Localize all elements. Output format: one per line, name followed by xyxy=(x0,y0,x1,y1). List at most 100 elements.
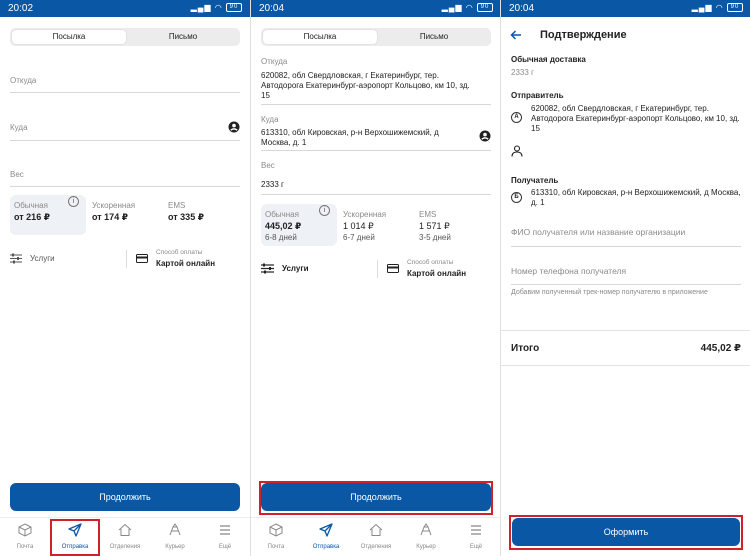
sliders-icon xyxy=(261,263,274,274)
tariff-name: Обычная xyxy=(14,201,48,210)
tariff-price: от 216 ₽ xyxy=(14,212,50,222)
recipient-name-input[interactable]: ФИО получателя или название организации xyxy=(511,222,741,247)
menu-icon xyxy=(471,525,481,535)
nav-send[interactable]: Отправка xyxy=(301,518,351,556)
tariff-name: Ускоренная xyxy=(343,210,387,219)
to-field[interactable]: Куда 613310, обл Кировская, р-н Верхошиж… xyxy=(261,112,491,151)
courier-icon xyxy=(169,523,181,536)
recipient-phone-placeholder: Номер телефона получателя xyxy=(511,266,627,276)
tariff-selector: Обычная от 216 ₽ i Ускоренная от 174 ₽ E… xyxy=(10,195,240,235)
status-bar: 20:02 ▂▄▆ ◠ 90 xyxy=(0,0,250,17)
menu-icon xyxy=(220,525,230,535)
recipient-label: Получатель xyxy=(511,176,559,185)
payment-value: Картой онлайн xyxy=(156,259,216,268)
screen-2-filled-form: 20:04 ▂▄▆ ◠ 90 Посылка Письмо Откуда 620… xyxy=(250,0,501,556)
person-icon[interactable] xyxy=(511,145,523,157)
divider xyxy=(501,365,750,366)
payment-method[interactable]: Способ оплаты Картой онлайн xyxy=(385,258,491,280)
signal-icon: ▂▄▆ ◠ xyxy=(441,3,474,12)
tab-letter[interactable]: Письмо xyxy=(128,30,238,44)
highlight-submit-button xyxy=(509,515,743,550)
highlight-continue-button xyxy=(259,481,493,515)
payment-caption: Способ оплаты xyxy=(156,249,203,256)
divider xyxy=(377,260,378,278)
phone-hint: Добавим полученный трек-номер получателю… xyxy=(511,289,708,296)
nav-label: Почта xyxy=(267,544,285,550)
total-value: 445,02 ₽ xyxy=(700,343,741,354)
tariff-ems[interactable]: EMS от 335 ₽ xyxy=(164,195,240,235)
weight-value: 2333 г xyxy=(261,180,284,189)
delivery-type: Обычная доставка xyxy=(511,55,586,64)
back-arrow-icon[interactable] xyxy=(510,29,522,41)
services-button[interactable]: Услуги xyxy=(10,248,120,270)
total-label: Итого xyxy=(511,343,540,354)
tariff-selector: Обычная 445,02 ₽ 6-8 дней i Ускоренная 1… xyxy=(261,204,491,246)
tariff-express[interactable]: Ускоренная от 174 ₽ xyxy=(88,195,162,235)
nav-label: Отделения xyxy=(360,544,392,550)
recipient-address: 613310, обл Кировская, р-н Верхошижемски… xyxy=(531,188,741,207)
nav-label: Курьер xyxy=(165,544,185,550)
from-field[interactable]: Откуда xyxy=(10,72,240,93)
nav-more[interactable]: Ещё xyxy=(451,518,501,556)
recipient-name-placeholder: ФИО получателя или название организации xyxy=(511,227,686,237)
nav-courier[interactable]: Курьер xyxy=(401,518,451,556)
weight-field[interactable]: Вес 2333 г xyxy=(261,158,491,195)
tariff-ems[interactable]: EMS 1 571 ₽ 3-5 дней xyxy=(415,204,491,246)
from-field[interactable]: Откуда 620082, обл Свердловская, г Екате… xyxy=(261,54,491,105)
tab-parcel[interactable]: Посылка xyxy=(263,30,377,44)
box-icon xyxy=(18,523,32,537)
from-label: Откуда xyxy=(10,76,37,85)
tariff-name: Ускоренная xyxy=(92,201,136,210)
contact-icon[interactable] xyxy=(228,121,240,133)
screens: 20:02 ▂▄▆ ◠ 90 Посылка Письмо Откуда Куд… xyxy=(0,0,750,556)
nav-courier[interactable]: Курьер xyxy=(150,518,200,556)
battery-icon: 90 xyxy=(727,3,743,13)
nav-label: Ещё xyxy=(469,544,483,550)
battery-icon: 90 xyxy=(226,3,242,13)
signal-icon: ▂▄▆ ◠ xyxy=(190,3,223,12)
tab-letter[interactable]: Письмо xyxy=(379,30,489,44)
sliders-icon xyxy=(10,253,22,264)
tariff-price: от 174 ₽ xyxy=(92,212,128,222)
tariff-name: Обычная xyxy=(265,210,299,219)
status-bar: 20:04 ▂▄▆ ◠ 90 xyxy=(501,0,750,17)
weight-field[interactable]: Вес xyxy=(10,166,240,187)
tariff-price: от 335 ₽ xyxy=(168,212,204,222)
courier-icon xyxy=(420,523,432,536)
sender-address: 620082, обл Свердловская, г Екатеринбург… xyxy=(531,104,740,133)
payment-method[interactable]: Способ оплаты Картой онлайн xyxy=(134,248,240,270)
nav-label: Отправка xyxy=(312,544,340,550)
nav-mail[interactable]: Почта xyxy=(251,518,301,556)
weight-label: Вес xyxy=(261,161,275,170)
status-time: 20:02 xyxy=(8,3,34,14)
to-field[interactable]: Куда xyxy=(10,118,240,141)
tab-parcel[interactable]: Посылка xyxy=(12,30,126,44)
tariff-days: 3-5 дней xyxy=(419,233,451,242)
services-button[interactable]: Услуги xyxy=(261,258,371,280)
to-label: Куда xyxy=(261,115,279,124)
options-row: Услуги Способ оплаты Картой онлайн xyxy=(261,258,491,280)
payment-value: Картой онлайн xyxy=(407,269,467,278)
box-icon xyxy=(269,523,283,537)
nav-more[interactable]: Ещё xyxy=(200,518,250,556)
services-label: Услуги xyxy=(30,254,55,263)
nav-offices[interactable]: Отделения xyxy=(351,518,401,556)
tariff-days: 6-8 дней xyxy=(265,233,297,242)
tariff-price: 1 014 ₽ xyxy=(343,221,374,231)
battery-icon: 90 xyxy=(477,3,493,13)
info-icon[interactable]: i xyxy=(319,205,330,216)
recipient-phone-input[interactable]: Номер телефона получателя xyxy=(511,262,741,285)
shipment-type-tabs: Посылка Письмо xyxy=(261,28,491,46)
continue-button[interactable]: Продолжить xyxy=(10,483,240,511)
tariff-express[interactable]: Ускоренная 1 014 ₽ 6-7 дней xyxy=(339,204,413,246)
contact-icon[interactable] xyxy=(479,130,491,142)
paper-plane-icon xyxy=(319,523,333,537)
signal-icon: ▂▄▆ ◠ xyxy=(691,3,724,12)
screen-3-confirmation: 20:04 ▂▄▆ ◠ 90 Подтверждение Обычная дос… xyxy=(500,0,750,556)
nav-mail[interactable]: Почта xyxy=(0,518,50,556)
nav-offices[interactable]: Отделения xyxy=(100,518,150,556)
info-icon[interactable]: i xyxy=(68,196,79,207)
shipment-type-tabs: Посылка Письмо xyxy=(10,28,240,46)
status-time: 20:04 xyxy=(259,3,285,14)
tariff-name: EMS xyxy=(168,201,186,210)
